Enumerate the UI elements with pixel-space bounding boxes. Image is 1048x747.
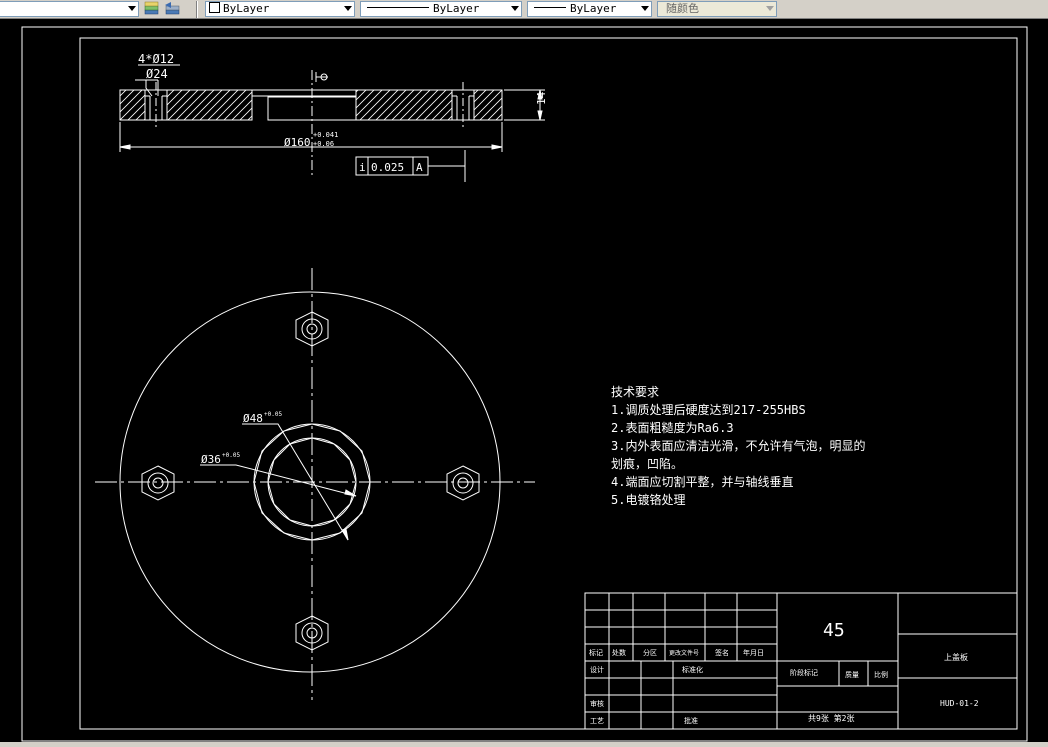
tol-frame-datum: A	[416, 161, 423, 174]
dim-bore36: Ø36	[201, 453, 221, 466]
linetype-preview	[367, 7, 429, 8]
drawing-canvas[interactable]: 4*Ø12 Ø24 14 Ø160 +0.041 +0.06 i 0.025 A	[0, 19, 1048, 747]
rev-label-signature: 签名	[715, 648, 729, 657]
chevron-down-icon	[766, 6, 774, 11]
design-label: 设计	[590, 665, 604, 674]
lineweight-combo[interactable]: ByLayer	[527, 1, 652, 17]
sheet-outer-border	[21, 26, 1028, 742]
dim-bore48: Ø48	[243, 412, 263, 425]
plotstyle-combo[interactable]: 随颜色	[657, 1, 777, 17]
dim-outer-dia: Ø160	[284, 136, 311, 149]
linetype-combo-value: ByLayer	[433, 2, 480, 15]
mass-label: 质量	[845, 670, 859, 679]
stage-mark-label: 阶段标记	[790, 668, 818, 677]
chevron-down-icon	[344, 6, 352, 11]
dim-bore36-tol: +0.05	[222, 452, 240, 459]
tol-frame-value: 0.025	[371, 161, 404, 174]
tech-title: 技术要求	[611, 385, 659, 399]
approve-label: 批准	[684, 716, 698, 725]
mount-hole-left	[141, 465, 175, 501]
rev-label-date: 年月日	[743, 648, 764, 657]
dim-outer-tol-lower: +0.06	[313, 140, 334, 148]
section-dimensions	[119, 64, 545, 182]
review-label: 审核	[590, 699, 604, 708]
toolbar-separator	[196, 1, 198, 18]
color-swatch-icon	[209, 2, 220, 13]
sheet-inner-border	[79, 37, 1018, 730]
dim-thickness: 14	[535, 91, 548, 105]
rev-label-zone: 分区	[643, 648, 657, 657]
rev-label-mark: 标记	[589, 648, 603, 657]
sheets-label: 共9张 第2张	[808, 713, 854, 723]
properties-toolbar: ByLayer ByLayer ByLayer 随颜色	[0, 0, 1048, 19]
standardization-label: 标准化	[682, 665, 703, 674]
tech-item: 2.表面粗糙度为Ra6.3	[611, 420, 734, 435]
chevron-down-icon	[641, 6, 649, 11]
tech-item: 1.调质处理后硬度达到217-255HBS	[611, 402, 806, 417]
layer-previous-icon[interactable]	[163, 1, 181, 17]
layer-combo[interactable]: ByLayer	[205, 1, 355, 17]
scale-label: 比例	[874, 670, 888, 679]
section-view	[119, 70, 503, 178]
dim-holes: 4*Ø12	[138, 52, 174, 66]
chevron-down-icon	[128, 6, 136, 11]
dim-bore48-tol: +0.05	[264, 411, 282, 418]
plotstyle-combo-value: 随颜色	[666, 2, 699, 15]
part-name: 上盖板	[944, 652, 968, 662]
layer-combo-value: ByLayer	[223, 2, 270, 15]
lineweight-combo-value: ByLayer	[570, 2, 617, 15]
tech-item: 划痕，凹陷。	[611, 456, 683, 471]
tol-frame-symbol: i	[359, 161, 366, 174]
process-label: 工艺	[590, 717, 604, 725]
chevron-down-icon	[511, 6, 519, 11]
lineweight-preview	[534, 7, 566, 8]
layer-states-icon[interactable]	[143, 1, 161, 17]
tech-item: 3.内外表面应清洁光滑，不允许有气泡，明显的	[611, 438, 865, 453]
rev-label-count: 处数	[612, 648, 626, 657]
material-label: 45	[823, 620, 845, 641]
linetype-combo[interactable]: ByLayer	[360, 1, 522, 17]
tech-requirements: 技术要求 1.调质处理后硬度达到217-255HBS 2.表面粗糙度为Ra6.3…	[611, 385, 865, 507]
tech-item: 5.电镀铬处理	[611, 492, 685, 507]
rev-label-change-doc: 更改文件号	[669, 649, 699, 657]
drawing-no: HUD-01-2	[940, 699, 979, 708]
bottom-strip	[0, 742, 1048, 747]
plan-view	[95, 268, 535, 700]
dim-counterbore: Ø24	[146, 67, 168, 81]
tech-item: 4.端面应切割平整，并与轴线垂直	[611, 474, 793, 489]
color-combo-tail[interactable]	[0, 1, 139, 17]
mount-hole-right	[446, 465, 480, 501]
dim-outer-tol-upper: +0.041	[313, 131, 338, 139]
